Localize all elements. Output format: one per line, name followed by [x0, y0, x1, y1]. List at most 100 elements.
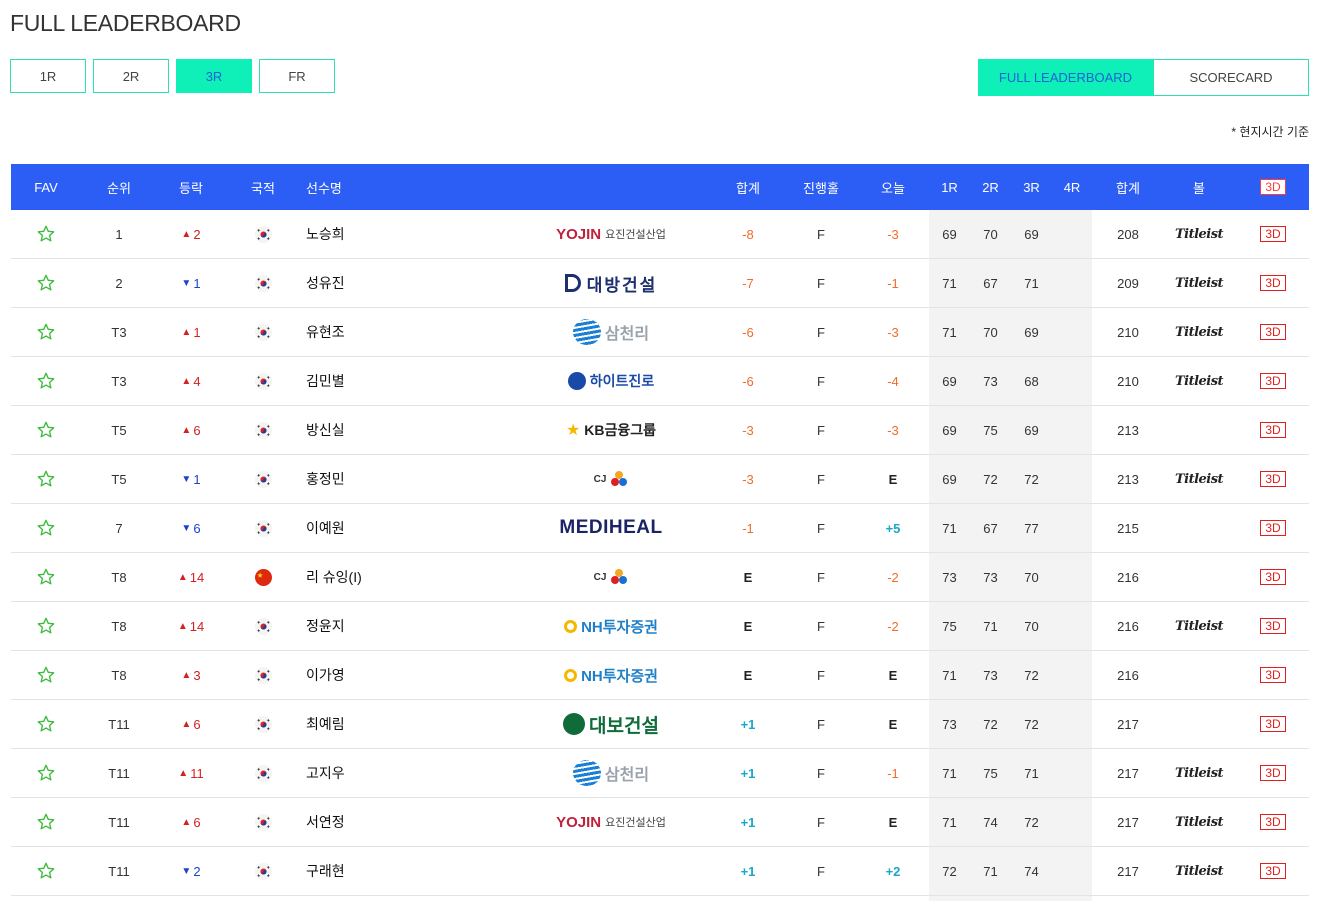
player-name[interactable]: 방신실: [306, 420, 345, 440]
favorite-star-icon[interactable]: [11, 504, 81, 552]
player-name[interactable]: 이가영: [306, 665, 345, 685]
view-3d-button[interactable]: 3D: [1260, 716, 1286, 732]
favorite-star-icon[interactable]: [11, 798, 81, 846]
rank-change: ▲ 11: [156, 749, 226, 797]
favorite-star-icon[interactable]: [11, 259, 81, 307]
favorite-star-icon[interactable]: [11, 455, 81, 503]
tab-round-final[interactable]: FR: [259, 59, 335, 93]
sponsor-cell: 대방건설: [541, 259, 681, 307]
player-name-cell[interactable]: 정윤지: [306, 602, 506, 650]
holes-progress: F: [817, 765, 825, 781]
view-3d-button[interactable]: 3D: [1260, 667, 1286, 683]
player-name-cell[interactable]: 고지우: [306, 749, 506, 797]
round4-score: [1052, 406, 1092, 454]
round1-score: 71: [942, 667, 957, 683]
ball-brand-cell: Titleist: [1163, 308, 1235, 356]
header-player-name: 선수명: [306, 180, 342, 196]
korea-flag-icon: [231, 308, 295, 356]
view-3d-button[interactable]: 3D: [1260, 324, 1286, 340]
favorite-star-icon[interactable]: [11, 210, 81, 258]
ball-brand-cell: Titleist: [1163, 357, 1235, 405]
favorite-star-icon[interactable]: [11, 308, 81, 356]
today-score: E: [888, 814, 898, 830]
player-name-cell[interactable]: 이예원: [306, 504, 506, 552]
full-leaderboard-button[interactable]: FULL LEADERBOARD: [978, 59, 1153, 96]
favorite-star-icon[interactable]: [11, 357, 81, 405]
player-name[interactable]: 이예원: [306, 518, 345, 538]
view-3d-button[interactable]: 3D: [1260, 814, 1286, 830]
favorite-star-icon[interactable]: [11, 651, 81, 699]
favorite-star-icon[interactable]: [11, 602, 81, 650]
sponsor-logo-nh: NH투자증권: [564, 665, 658, 686]
tab-round-1[interactable]: 1R: [10, 59, 86, 93]
player-name[interactable]: 노승희: [306, 224, 345, 244]
favorite-star-icon[interactable]: [11, 406, 81, 454]
player-name[interactable]: 유현조: [306, 322, 345, 342]
favorite-star-icon[interactable]: [11, 553, 81, 601]
holes-progress: F: [817, 422, 825, 438]
favorite-star-icon[interactable]: [11, 749, 81, 797]
ball-brand-cell: Titleist: [1163, 798, 1235, 846]
player-name[interactable]: 홍정민: [306, 469, 345, 489]
player-name[interactable]: 고지우: [306, 763, 345, 783]
player-name[interactable]: 구래현: [306, 861, 345, 881]
player-name-cell[interactable]: 최예림: [306, 700, 506, 748]
player-name-cell[interactable]: 리 슈잉(I): [306, 553, 506, 601]
player-name-cell[interactable]: 홍정민: [306, 455, 506, 503]
player-name-cell[interactable]: 이가영: [306, 651, 506, 699]
header-3d-label: 3D: [1260, 179, 1286, 195]
rank-change-value: 6: [193, 814, 201, 830]
rank: 1: [115, 226, 123, 242]
round1-score: 69: [942, 373, 957, 389]
to-par: +1: [740, 863, 756, 879]
total-strokes: 213: [1117, 422, 1139, 438]
sponsor-logo-mediheal: MEDIHEAL: [559, 517, 663, 538]
rank-change: ▼ 1: [156, 259, 226, 307]
view-3d-button[interactable]: 3D: [1260, 520, 1286, 536]
view-3d-button[interactable]: 3D: [1260, 765, 1286, 781]
total-strokes: 209: [1117, 275, 1139, 291]
player-name-cell[interactable]: 김민별: [306, 357, 506, 405]
tab-round-2[interactable]: 2R: [93, 59, 169, 93]
table-row: T3 ▲ 4 김민별 하이트진로 -6 F -4 69 73 68 210 Titleist 3D: [11, 357, 1309, 406]
rank-change: ▲ 4: [156, 357, 226, 405]
favorite-star-icon[interactable]: [11, 700, 81, 748]
sponsor-logo-cj: CJ: [594, 470, 629, 488]
arrow-up-icon: ▲: [181, 228, 192, 240]
round2-score: 71: [983, 618, 998, 634]
view-3d-button[interactable]: 3D: [1260, 569, 1286, 585]
ball-brand: Titleist: [1174, 373, 1224, 389]
player-name[interactable]: 정윤지: [306, 616, 345, 636]
view-3d-button[interactable]: 3D: [1260, 471, 1286, 487]
tab-round-3[interactable]: 3R: [176, 59, 252, 93]
round3-score: 70: [1024, 618, 1039, 634]
view-3d-button[interactable]: 3D: [1260, 275, 1286, 291]
table-row: T11 ▼ 2 구래현 +1 F +2 72 71 74 217 Titleist 3D: [11, 847, 1309, 896]
player-name[interactable]: 리 슈잉(I): [306, 567, 362, 587]
view-3d-button[interactable]: 3D: [1260, 226, 1286, 242]
favorite-star-icon[interactable]: [11, 847, 81, 895]
player-name-cell[interactable]: 노승희: [306, 210, 506, 258]
player-name-cell[interactable]: 유현조: [306, 308, 506, 356]
player-name-cell[interactable]: 서연정: [306, 798, 506, 846]
scorecard-button[interactable]: SCORECARD: [1153, 59, 1309, 96]
player-name[interactable]: 서연정: [306, 812, 345, 832]
view-3d-button[interactable]: 3D: [1260, 422, 1286, 438]
arrow-down-icon: ▼: [181, 473, 192, 485]
player-name[interactable]: 성유진: [306, 273, 345, 293]
view-3d-button[interactable]: 3D: [1260, 618, 1286, 634]
round3-score: 72: [1024, 814, 1039, 830]
player-name-cell[interactable]: 구래현: [306, 847, 506, 895]
player-name-cell[interactable]: 방신실: [306, 406, 506, 454]
round2-score: 67: [983, 520, 998, 536]
today-score: E: [888, 667, 898, 683]
player-name[interactable]: 최예림: [306, 714, 345, 734]
player-name[interactable]: 김민별: [306, 371, 345, 391]
player-name-cell[interactable]: 성유진: [306, 259, 506, 307]
header-nation: 국적: [251, 180, 275, 196]
today-cell: E: [859, 700, 927, 748]
view-3d-button[interactable]: 3D: [1260, 863, 1286, 879]
round1-score: 72: [942, 863, 957, 879]
view-3d-button[interactable]: 3D: [1260, 373, 1286, 389]
round3-score: 74: [1024, 863, 1039, 879]
